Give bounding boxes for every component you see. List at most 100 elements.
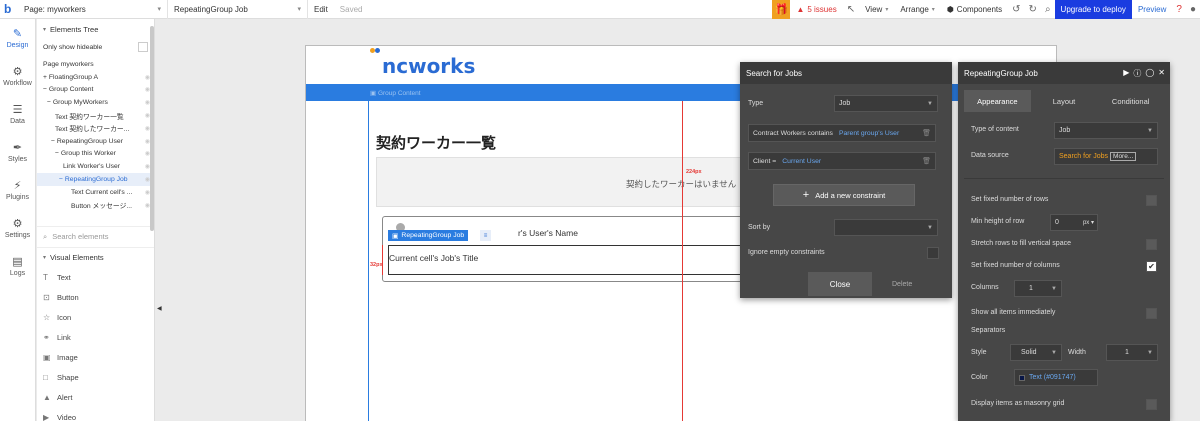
comment-icon[interactable]: ◯ bbox=[1145, 68, 1154, 79]
pointer-icon[interactable]: ↖ bbox=[843, 4, 859, 15]
close-button[interactable]: Close bbox=[808, 272, 872, 296]
worker-name-link[interactable]: r's User's Name bbox=[518, 228, 578, 238]
tree-item[interactable]: Text 契約したワーカー... ◉ bbox=[37, 122, 154, 135]
design-icon: ✎ bbox=[12, 28, 23, 40]
tree-item[interactable]: Link Worker's User ◉ bbox=[37, 160, 154, 173]
separator-color-picker[interactable]: Text (#091747) bbox=[1014, 369, 1098, 386]
separator-width-value: 1 bbox=[1125, 349, 1129, 356]
property-editor: RepeatingGroup Job ▶ ⓘ ◯ ✕ Appearance Lay… bbox=[958, 62, 1170, 421]
view-menu[interactable]: View ▾ bbox=[859, 0, 894, 19]
tree-item[interactable]: Text Current cell's ... ◉ bbox=[37, 186, 154, 199]
collapse-panel-icon[interactable]: ◀ bbox=[157, 305, 162, 312]
fixed-rows-checkbox[interactable] bbox=[1146, 195, 1157, 206]
tab-conditional[interactable]: Conditional bbox=[1097, 90, 1164, 112]
color-swatch bbox=[1019, 374, 1025, 381]
trash-icon[interactable]: 🗑 bbox=[922, 157, 931, 165]
nav-styles[interactable]: ✒ Styles bbox=[0, 133, 35, 171]
avatar[interactable]: ● bbox=[1186, 4, 1200, 15]
tree-item[interactable]: + FloatingGroup A ◉ bbox=[37, 71, 154, 84]
data-source-field[interactable]: Search for Jobs More... bbox=[1054, 148, 1158, 165]
only-show-hideable-checkbox[interactable] bbox=[138, 42, 148, 52]
constraint-row-2[interactable]: Client = Current User 🗑 bbox=[748, 152, 936, 170]
visual-elements-header[interactable]: ▾ Visual Elements bbox=[37, 248, 154, 268]
type-select[interactable]: Job ▼ bbox=[834, 95, 938, 112]
visual-element-alert[interactable]: ▲ Alert bbox=[37, 388, 154, 408]
trash-icon[interactable]: 🗑 bbox=[922, 129, 931, 137]
tree-item[interactable]: − Group this Worker ◉ bbox=[37, 148, 154, 161]
nav-design[interactable]: ✎ Design bbox=[0, 19, 35, 57]
visual-element-text[interactable]: T Text bbox=[37, 268, 154, 288]
gift-icon[interactable]: 🎁 bbox=[772, 0, 791, 19]
undo-icon[interactable]: ↺ bbox=[1008, 4, 1024, 15]
tree-item[interactable]: Page myworkers bbox=[37, 58, 154, 71]
tree-item[interactable]: Button メッセージ... ◉ bbox=[37, 199, 154, 212]
constraint-1-value[interactable]: Parent group's User bbox=[839, 130, 899, 137]
visual-element-video[interactable]: ▶ Video bbox=[37, 408, 154, 421]
search-icon[interactable]: ⌕ bbox=[1041, 4, 1055, 15]
search-elements-input[interactable]: ⌕ Search elements bbox=[37, 225, 154, 248]
close-icon[interactable]: ✕ bbox=[1158, 68, 1165, 79]
constraint-row-1[interactable]: Contract Workers contains Parent group's… bbox=[748, 124, 936, 142]
left-nav: ✎ Design ⚙ Workflow ☰ Data ✒ Styles ⚡ Plugins ⚙ Set… bbox=[0, 19, 36, 421]
columns-select[interactable]: 1 ▼ bbox=[1014, 280, 1062, 297]
bubble-logo[interactable]: b bbox=[4, 2, 18, 16]
min-height-unit[interactable]: px ▾ bbox=[1083, 219, 1094, 226]
upgrade-button[interactable]: Upgrade to deploy bbox=[1054, 0, 1132, 19]
page-title[interactable]: 契約ワーカー一覧 bbox=[376, 132, 496, 153]
tree-item[interactable]: − Group Content ◉ bbox=[37, 84, 154, 97]
visual-element-icon[interactable]: ☆ Icon bbox=[37, 308, 154, 328]
nav-workflow[interactable]: ⚙ Workflow bbox=[0, 57, 35, 95]
property-editor-header[interactable]: RepeatingGroup Job ▶ ⓘ ◯ ✕ bbox=[958, 62, 1170, 84]
text-icon: T bbox=[43, 273, 48, 283]
tab-layout[interactable]: Layout bbox=[1031, 90, 1098, 112]
visual-element-image[interactable]: ▣ Image bbox=[37, 348, 154, 368]
nav-data[interactable]: ☰ Data bbox=[0, 95, 35, 133]
job-title-text[interactable]: Current cell's Job's Title bbox=[389, 253, 478, 263]
page-select[interactable]: Page: myworkers ▾ bbox=[18, 0, 168, 19]
edit-mode-label[interactable]: Edit bbox=[308, 5, 334, 14]
visual-element-link[interactable]: ⚭ Link bbox=[37, 328, 154, 348]
more-button[interactable]: More... bbox=[1110, 152, 1137, 161]
fixed-columns-checkbox[interactable]: ✔ bbox=[1146, 261, 1157, 272]
tree-item-label: Text 契約したワーカー... bbox=[55, 126, 130, 134]
nav-settings[interactable]: ⚙ Settings bbox=[0, 209, 35, 247]
type-of-content-select[interactable]: Job ▼ bbox=[1054, 122, 1158, 139]
nav-logs[interactable]: ▤ Logs bbox=[0, 247, 35, 285]
separator-width-select[interactable]: 1 ▼ bbox=[1106, 344, 1158, 361]
help-icon[interactable]: ? bbox=[1172, 4, 1186, 15]
delete-button[interactable]: Delete bbox=[892, 281, 912, 288]
components-button[interactable]: ⬢ Components bbox=[941, 0, 1008, 19]
visual-element-shape[interactable]: □ Shape bbox=[37, 368, 154, 388]
nav-plugins[interactable]: ⚡ Plugins bbox=[0, 171, 35, 209]
tree-item[interactable]: − RepeatingGroup User ◉ bbox=[37, 135, 154, 148]
issues-button[interactable]: ▲ 5 issues bbox=[790, 0, 842, 19]
arrange-menu[interactable]: Arrange ▾ bbox=[894, 0, 940, 19]
tree-item[interactable]: − Group MyWorkers ◉ bbox=[37, 96, 154, 109]
play-icon[interactable]: ▶ bbox=[1123, 68, 1129, 79]
chip-menu-icon[interactable]: ≡ bbox=[480, 230, 491, 241]
tree-item[interactable]: − RepeatingGroup Job ◉ bbox=[37, 173, 154, 186]
ignore-empty-checkbox[interactable] bbox=[927, 247, 939, 259]
element-select[interactable]: RepeatingGroup Job ▾ bbox=[168, 0, 308, 19]
info-icon[interactable]: ⓘ bbox=[1133, 68, 1141, 79]
stretch-rows-checkbox[interactable] bbox=[1146, 239, 1157, 250]
separator-style-select[interactable]: Solid ▼ bbox=[1010, 344, 1062, 361]
visual-element-button[interactable]: ⊡ Button bbox=[37, 288, 154, 308]
add-constraint-button[interactable]: + Add a new constraint bbox=[773, 184, 915, 206]
elements-tree-header[interactable]: ▾ Elements Tree bbox=[37, 19, 154, 39]
tree-item[interactable]: Text 契約ワーカー一覧 ◉ bbox=[37, 109, 154, 122]
preview-link[interactable]: Preview bbox=[1132, 5, 1172, 14]
min-height-input[interactable]: 0 px ▾ bbox=[1050, 214, 1098, 231]
repeating-group-job-chip[interactable]: ▣ RepeatingGroup Job bbox=[388, 230, 469, 241]
only-show-hideable[interactable]: Only show hideable bbox=[37, 39, 154, 55]
constraint-2-value[interactable]: Current User bbox=[782, 158, 821, 165]
cube-icon: ⬢ bbox=[946, 4, 954, 14]
tab-appearance[interactable]: Appearance bbox=[964, 90, 1031, 112]
app-logo[interactable]: ncworks bbox=[382, 54, 475, 78]
search-panel-header[interactable]: Search for Jobs bbox=[740, 62, 952, 84]
show-all-checkbox[interactable] bbox=[1146, 308, 1157, 319]
masonry-checkbox[interactable] bbox=[1146, 399, 1157, 410]
elements-scrollbar[interactable] bbox=[150, 26, 154, 231]
redo-icon[interactable]: ↻ bbox=[1025, 4, 1041, 15]
sort-by-select[interactable]: ▼ bbox=[834, 219, 938, 236]
